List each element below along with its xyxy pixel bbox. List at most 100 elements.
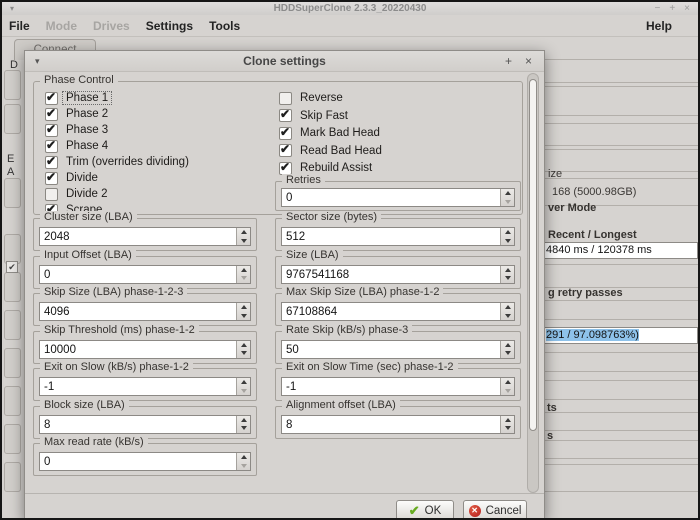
spinbox-value-alignment-offset-lba[interactable]: 8 [282, 416, 500, 433]
spinbox-sector-size-bytes[interactable]: 512 [281, 227, 515, 246]
ok-button[interactable]: ✔ OK [396, 500, 454, 520]
spinbox-size-lba[interactable]: 9767541168 [281, 265, 515, 284]
spin-down-icon[interactable] [237, 387, 250, 396]
bg-progress-field[interactable]: 291 / 97.098763%) [543, 327, 698, 344]
spinbox-value-rate-skip-kb-s-phase-3[interactable]: 50 [282, 341, 500, 358]
spinbox-value-retries[interactable]: 0 [282, 189, 500, 206]
checkbox-trim-overrides-dividing[interactable]: ✔ [45, 156, 58, 169]
checkbox-reverse[interactable] [279, 92, 292, 105]
spinbox-block-size-lba[interactable]: 8 [39, 415, 251, 434]
spin-down-icon[interactable] [501, 198, 514, 207]
checkbox-mark-bad-head[interactable]: ✔ [279, 127, 292, 140]
spin-up-icon[interactable] [501, 189, 514, 198]
checkbox-skip-fast[interactable]: ✔ [279, 109, 292, 122]
bg-left-button[interactable] [4, 104, 21, 134]
bg-left-button[interactable] [4, 424, 21, 454]
spin-up-icon[interactable] [237, 228, 250, 237]
spinbox-value-skip-size-lba-phase-1-2-3[interactable]: 4096 [40, 303, 236, 320]
spin-up-icon[interactable] [501, 341, 514, 350]
spinbox-rate-skip-kb-s-phase-3[interactable]: 50 [281, 340, 515, 359]
bg-checkbox[interactable]: ✔ [6, 261, 18, 273]
spinbox-value-cluster-size-lba[interactable]: 2048 [40, 228, 236, 245]
dialog-scrollbar[interactable] [527, 73, 539, 493]
menu-help[interactable]: Help [646, 19, 682, 33]
minimize-icon[interactable]: − [654, 2, 660, 15]
spinbox-max-read-rate-kb-s[interactable]: 0 [39, 452, 251, 471]
bg-left-button[interactable] [4, 348, 21, 378]
spin-down-icon[interactable] [237, 349, 250, 358]
spin-down-icon[interactable] [237, 274, 250, 283]
maximize-icon[interactable]: + [669, 2, 675, 15]
checkbox-phase-4[interactable]: ✔ [45, 140, 58, 153]
spin-up-icon[interactable] [501, 228, 514, 237]
spinbox-value-size-lba[interactable]: 9767541168 [282, 266, 500, 283]
spin-down-icon[interactable] [501, 237, 514, 246]
bg-left-button[interactable] [4, 272, 21, 302]
spinbox-max-skip-size-lba-phase-1-2[interactable]: 67108864 [281, 302, 515, 321]
bg-left-button[interactable] [4, 386, 21, 416]
spin-up-icon[interactable] [501, 303, 514, 312]
spinbox-value-skip-threshold-ms-phase-1-2[interactable]: 10000 [40, 341, 236, 358]
bg-left-button[interactable] [4, 70, 21, 100]
cancel-button[interactable]: ✕ Cancel [463, 500, 527, 520]
spin-up-icon[interactable] [237, 453, 250, 462]
cancel-button-label: Cancel [486, 505, 522, 517]
checkbox-read-bad-head[interactable]: ✔ [279, 144, 292, 157]
bg-left-button[interactable] [4, 178, 21, 208]
menu-tools[interactable]: Tools [209, 19, 240, 33]
check-icon: ✔ [280, 142, 290, 156]
spinbox-value-exit-on-slow-kb-s-phase-1-2[interactable]: -1 [40, 378, 236, 395]
spin-up-icon[interactable] [237, 378, 250, 387]
spin-down-icon[interactable] [501, 312, 514, 321]
spin-up-icon[interactable] [501, 416, 514, 425]
field-group-exit-on-slow-kb-s-phase-1-2: Exit on Slow (kB/s) phase-1-2-1 [33, 368, 257, 401]
spin-up-icon[interactable] [237, 266, 250, 275]
bg-left-button[interactable] [4, 462, 21, 492]
spinbox-retries[interactable]: 0 [281, 188, 515, 207]
spin-down-icon[interactable] [237, 237, 250, 246]
menu-file[interactable]: File [9, 19, 30, 33]
checkbox-divide-2[interactable] [45, 188, 58, 201]
spinbox-exit-on-slow-time-sec-phase-1-2[interactable]: -1 [281, 377, 515, 396]
spinbox-skip-size-lba-phase-1-2-3[interactable]: 4096 [39, 302, 251, 321]
spinbox-exit-on-slow-kb-s-phase-1-2[interactable]: -1 [39, 377, 251, 396]
scrollbar-thumb[interactable] [529, 79, 537, 431]
spinbox-alignment-offset-lba[interactable]: 8 [281, 415, 515, 434]
dialog-titlebar[interactable]: ▾ Clone settings + × [25, 51, 544, 72]
bg-recent-value-field[interactable]: 4840 ms / 120378 ms [543, 242, 698, 259]
bg-left-button[interactable] [4, 234, 21, 264]
checkbox-phase-1[interactable]: ✔ [45, 92, 58, 105]
spin-down-icon[interactable] [501, 349, 514, 358]
spin-down-icon[interactable] [237, 462, 250, 471]
spin-buttons [236, 266, 250, 283]
checkbox-phase-3[interactable]: ✔ [45, 124, 58, 137]
checkbox-divide[interactable]: ✔ [45, 172, 58, 185]
spinbox-input-offset-lba[interactable]: 0 [39, 265, 251, 284]
dialog-close-icon[interactable]: × [525, 54, 532, 68]
spin-down-icon[interactable] [501, 424, 514, 433]
spin-down-icon[interactable] [501, 387, 514, 396]
spin-up-icon[interactable] [501, 378, 514, 387]
spin-down-icon[interactable] [501, 274, 514, 283]
spinbox-value-max-skip-size-lba-phase-1-2[interactable]: 67108864 [282, 303, 500, 320]
spin-up-icon[interactable] [237, 303, 250, 312]
spinbox-cluster-size-lba[interactable]: 2048 [39, 227, 251, 246]
spin-down-icon[interactable] [237, 424, 250, 433]
spin-up-icon[interactable] [501, 266, 514, 275]
spinbox-value-exit-on-slow-time-sec-phase-1-2[interactable]: -1 [282, 378, 500, 395]
bg-left-button[interactable] [4, 310, 21, 340]
checkbox-phase-2[interactable]: ✔ [45, 108, 58, 121]
close-icon[interactable]: × [684, 2, 690, 15]
spinbox-value-input-offset-lba[interactable]: 0 [40, 266, 236, 283]
checkbox-rebuild-assist[interactable]: ✔ [279, 162, 292, 175]
spinbox-skip-threshold-ms-phase-1-2[interactable]: 10000 [39, 340, 251, 359]
field-label-exit-on-slow-time-sec-phase-1-2: Exit on Slow Time (sec) phase-1-2 [282, 361, 458, 373]
spin-up-icon[interactable] [237, 341, 250, 350]
spinbox-value-max-read-rate-kb-s[interactable]: 0 [40, 453, 236, 470]
dialog-maximize-icon[interactable]: + [505, 54, 512, 68]
spinbox-value-block-size-lba[interactable]: 8 [40, 416, 236, 433]
spin-down-icon[interactable] [237, 312, 250, 321]
spinbox-value-sector-size-bytes[interactable]: 512 [282, 228, 500, 245]
spin-up-icon[interactable] [237, 416, 250, 425]
menu-settings[interactable]: Settings [146, 19, 193, 33]
